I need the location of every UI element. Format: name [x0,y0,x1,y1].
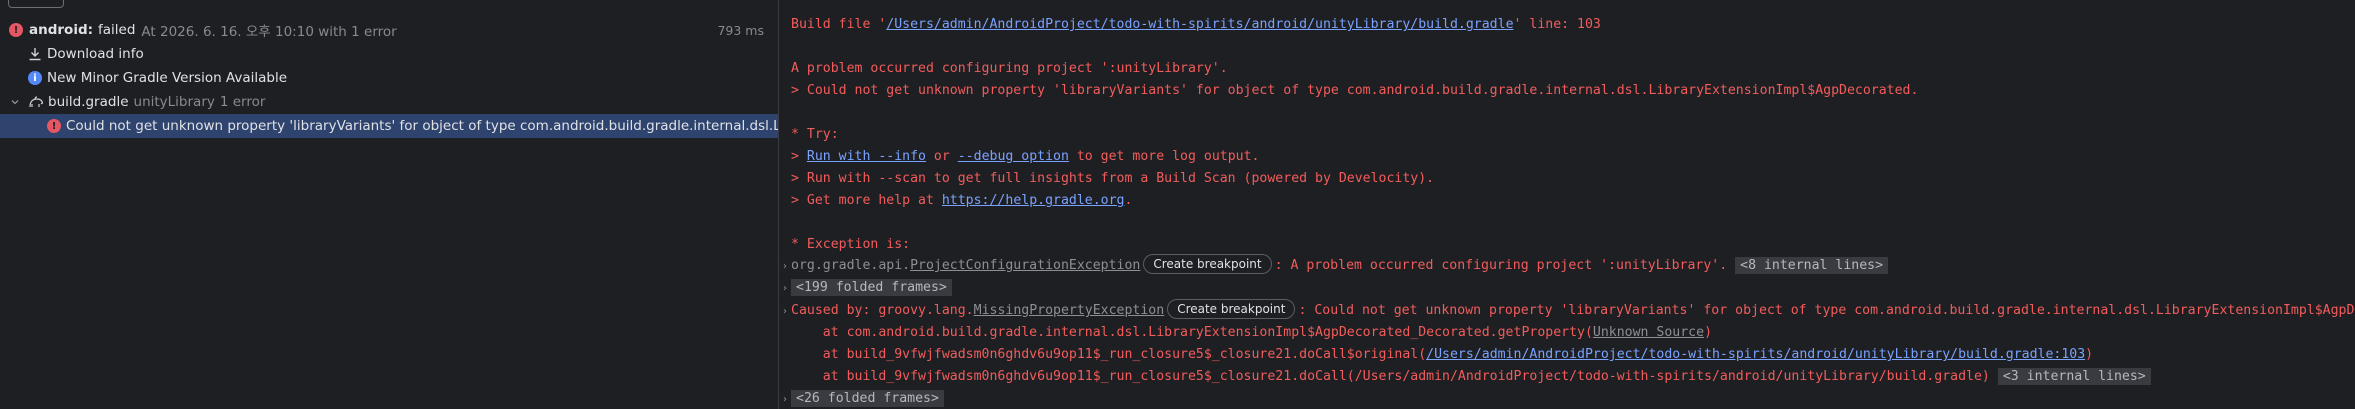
fold-arrow-icon[interactable]: › [779,388,791,409]
console-line-problem: A problem occurred configuring project '… [791,61,1228,76]
fold-arrow-icon[interactable]: › [779,300,791,322]
build-file-errors: 1 error [219,94,266,110]
console-line-at-1: at com.android.build.gradle.internal.dsl… [791,325,1713,340]
run-with-info-link[interactable]: Run with --info [807,149,926,164]
error-icon: ! [9,23,23,37]
error-item-label: Could not get unknown property 'libraryV… [66,118,778,134]
create-breakpoint-button[interactable]: Create breakpoint [1167,299,1296,319]
console-line-folded-199: <199 folded frames> [791,277,952,299]
console-line-try-2: > Run with --scan to get full insights f… [791,171,1435,186]
build-file-module: unityLibrary [133,94,215,110]
internal-lines-3[interactable]: <3 internal lines> [1997,368,2151,385]
info-icon: i [28,71,42,85]
console-line-build-file: Build file '/Users/admin/AndroidProject/… [791,17,1601,32]
root-name: android: [29,22,94,38]
console-line-problem-detail: > Could not get unknown property 'librar… [791,83,1919,98]
console-line-exception-header: * Exception is: [791,237,911,252]
tree-item-gradle-notice[interactable]: i New Minor Gradle Version Available [0,66,778,90]
build-output-console[interactable]: Build file '/Users/admin/AndroidProject/… [779,0,2355,409]
tree-item-download-info[interactable]: Download info [0,42,778,66]
root-meta: At 2026. 6. 16. 오후 10:10 with 1 error [141,24,397,40]
console-line-folded-26: <26 folded frames> [791,388,944,409]
tree-item-build-gradle[interactable]: build.gradle unityLibrary 1 error [0,90,778,114]
unknown-source-link[interactable]: Unknown Source [1593,325,1704,340]
caused-class-link[interactable]: MissingPropertyException [974,303,1165,318]
download-info-label: Download info [47,46,144,62]
folded-frames-199[interactable]: <199 folded frames> [791,279,952,296]
help-gradle-link[interactable]: https://help.gradle.org [942,193,1125,208]
debug-option-link[interactable]: --debug option [958,149,1069,164]
download-icon [27,46,43,62]
console-line-at-3: at build_9vfwjfwadsm0n6ghdv6u9op11$_run_… [791,366,2151,388]
gradle-notice-label: New Minor Gradle Version Available [47,70,288,86]
folded-frames-26[interactable]: <26 folded frames> [791,390,944,407]
error-icon: ! [47,119,61,133]
build-file-link[interactable]: /Users/admin/AndroidProject/todo-with-sp… [886,17,1513,32]
fold-arrow-icon[interactable]: › [779,255,791,277]
chevron-down-icon[interactable] [9,96,21,108]
console-line-at-2: at build_9vfwjfwadsm0n6ghdv6u9op11$_run_… [791,347,2094,362]
root-status: failed [98,22,136,38]
console-line-try-3: > Get more help at https://help.gradle.o… [791,193,1133,208]
console-line-try-header: * Try: [791,127,839,142]
console-line-exception: org.gradle.api.ProjectConfigurationExcep… [791,254,1889,277]
build-gradle-line-link[interactable]: /Users/admin/AndroidProject/todo-with-sp… [1426,347,2085,362]
tree-item-error[interactable]: ! Could not get unknown property 'librar… [0,114,778,138]
console-line-caused-by: Caused by: groovy.lang.MissingPropertyEx… [791,299,2355,322]
exception-class-link[interactable]: ProjectConfigurationException [910,258,1140,273]
console-line-try-1: > Run with --info or --debug option to g… [791,149,1260,164]
internal-lines-8[interactable]: <8 internal lines> [1735,257,1889,274]
build-file-name: build.gradle [48,94,129,110]
top-toolbar-strip [0,0,778,12]
toolbar-tab[interactable] [8,0,64,8]
tree-root-row[interactable]: ! android: failed At 2026. 6. 16. 오후 10:… [0,18,778,42]
gradle-icon [28,94,44,110]
root-duration: 793 ms [717,22,764,38]
create-breakpoint-button[interactable]: Create breakpoint [1143,254,1272,274]
fold-arrow-icon[interactable]: › [779,277,791,299]
build-tree-panel: ! android: failed At 2026. 6. 16. 오후 10:… [0,0,778,409]
